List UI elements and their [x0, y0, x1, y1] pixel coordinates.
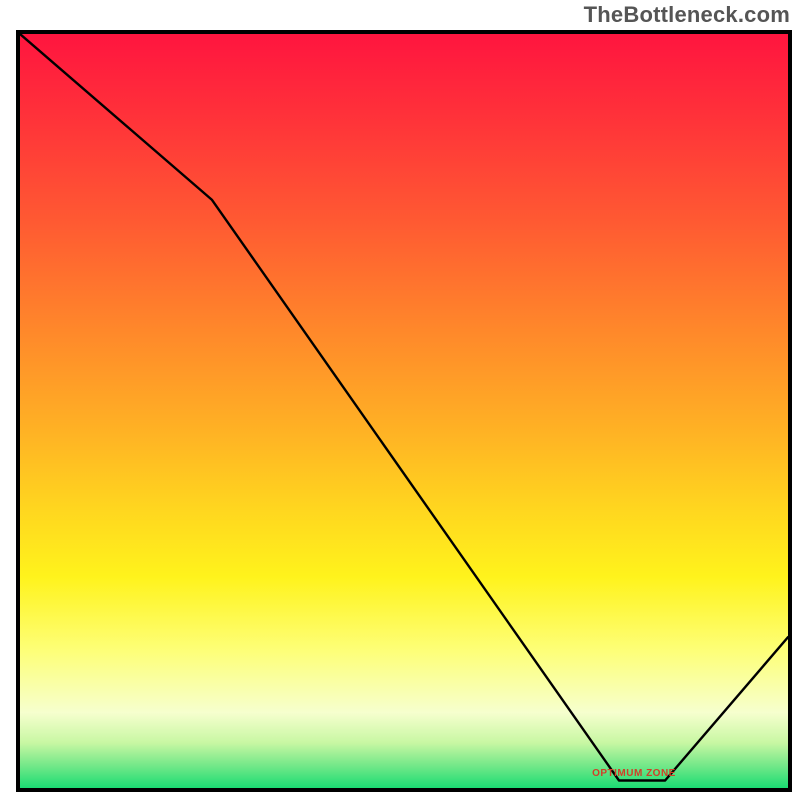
chart-stage: TheBottleneck.com OPTIMUM ZONE	[0, 0, 800, 800]
bottleneck-line	[20, 34, 788, 788]
plot-frame: OPTIMUM ZONE	[16, 30, 792, 792]
optimum-zone-label: OPTIMUM ZONE	[592, 768, 676, 779]
watermark-text: TheBottleneck.com	[584, 2, 790, 28]
